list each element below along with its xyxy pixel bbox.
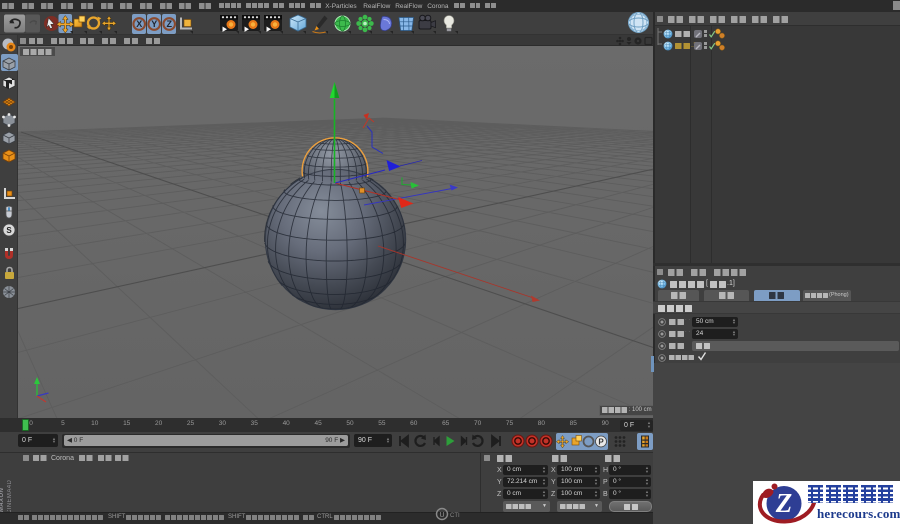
svg-text:Z: Z: [775, 488, 793, 518]
svg-text:Y: Y: [151, 19, 157, 29]
svg-text:Z: Z: [166, 19, 172, 29]
svg-text:U: U: [439, 512, 444, 519]
svg-text:X: X: [136, 19, 142, 29]
svg-text:P: P: [598, 437, 604, 446]
svg-text:S: S: [6, 226, 12, 235]
svg-text:CTI: CTI: [450, 513, 460, 519]
